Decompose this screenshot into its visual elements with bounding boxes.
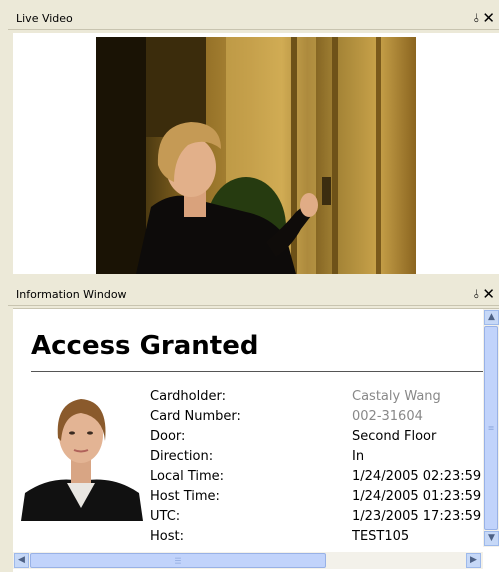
card-number-value: 002-31604 xyxy=(352,409,423,424)
utc-value: 1/23/2005 17:23:59 xyxy=(352,509,482,524)
live-video-titlebar: Live Video ⫰ ✕ xyxy=(8,9,499,30)
door-label: Door: xyxy=(150,429,186,444)
scroll-right-button[interactable]: ▶ xyxy=(466,553,481,568)
pin-icon[interactable]: ⫰ xyxy=(474,11,479,26)
pin-icon[interactable]: ⫰ xyxy=(474,287,479,302)
direction-label: Direction: xyxy=(150,449,214,464)
info-window-content: Access Granted Cardholder: Castaly Wang … xyxy=(13,308,499,572)
video-image xyxy=(96,37,381,274)
horizontal-scroll-thumb[interactable]: ☰ xyxy=(30,553,326,568)
direction-value: In xyxy=(352,449,365,464)
cardholder-value: Castaly Wang xyxy=(352,389,441,404)
grip-icon: ☰ xyxy=(174,556,182,565)
host-label: Host: xyxy=(150,529,184,544)
local-time-value: 1/24/2005 02:23:59 xyxy=(352,469,482,484)
card-number-label: Card Number: xyxy=(150,409,241,424)
cardholder-label: Cardholder: xyxy=(150,389,226,404)
door-value: Second Floor xyxy=(352,429,437,444)
close-icon[interactable]: ✕ xyxy=(482,9,495,27)
horizontal-scrollbar[interactable]: ◀ ☰ ▶ xyxy=(13,552,483,569)
grip-icon: ≡ xyxy=(487,423,495,433)
live-video-title: Live Video xyxy=(16,12,73,25)
access-status-heading: Access Granted xyxy=(31,331,259,361)
info-window-title: Information Window xyxy=(16,288,127,301)
close-icon[interactable]: ✕ xyxy=(482,285,495,303)
live-video-area xyxy=(13,33,499,274)
local-time-label: Local Time: xyxy=(150,469,225,484)
scroll-up-button[interactable]: ▲ xyxy=(484,310,499,325)
video-feed xyxy=(96,37,416,274)
vertical-scrollbar[interactable]: ▲ ≡ ▼ xyxy=(483,309,499,547)
scroll-down-button[interactable]: ▼ xyxy=(484,531,499,546)
vertical-scroll-thumb[interactable]: ≡ xyxy=(484,326,498,530)
scroll-left-button[interactable]: ◀ xyxy=(14,553,29,568)
heading-divider xyxy=(31,371,483,372)
utc-label: UTC: xyxy=(150,509,181,524)
cardholder-photo xyxy=(21,383,143,521)
host-time-label: Host Time: xyxy=(150,489,220,504)
info-window-titlebar: Information Window ⫰ ✕ xyxy=(8,285,499,306)
host-time-value: 1/24/2005 01:23:59 xyxy=(352,489,482,504)
host-value: TEST105 xyxy=(352,529,410,544)
